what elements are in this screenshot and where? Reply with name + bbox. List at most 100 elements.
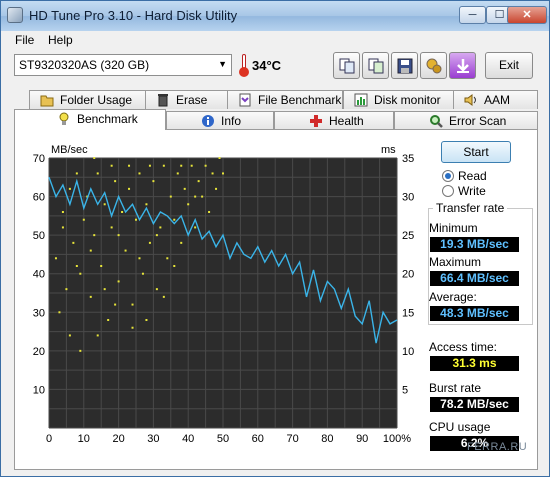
access-time-point — [75, 265, 78, 267]
y2-tick-label: 30 — [402, 192, 414, 204]
app-icon — [7, 7, 23, 23]
speaker-icon — [464, 94, 476, 106]
drive-select[interactable]: ST9320320AS (320 GB) ▼ — [14, 54, 232, 76]
read-radio[interactable]: Read — [442, 169, 512, 184]
exit-button[interactable]: Exit — [485, 52, 533, 79]
tab-benchmark[interactable]: Benchmark — [14, 109, 166, 130]
access-time-point — [218, 157, 221, 159]
menu-help[interactable]: Help — [48, 33, 73, 47]
app-window: HD Tune Pro 3.10 - Hard Disk Utility ─ ☐… — [0, 0, 550, 477]
access-time-point — [72, 241, 75, 244]
options-button[interactable] — [420, 52, 447, 79]
tab-error-scan[interactable]: Error Scan — [394, 111, 538, 130]
access-time-point — [131, 326, 134, 329]
y2-tick-label: 20 — [402, 269, 414, 281]
tab-disk-monitor[interactable]: Disk monitor — [343, 90, 458, 109]
access-time-point — [96, 172, 99, 175]
access-time-point — [180, 241, 183, 244]
tab-aam[interactable]: AAM — [453, 90, 538, 109]
access-time-point — [75, 172, 78, 175]
tab-health[interactable]: Health — [274, 111, 394, 130]
access-time-point — [152, 180, 155, 183]
x-tick-label: 50 — [217, 433, 229, 445]
cpu-usage-label: CPU usage — [429, 420, 491, 434]
x-tick-label: 80 — [321, 433, 333, 445]
tab-info[interactable]: Info — [166, 111, 274, 130]
y2-tick-label: 10 — [402, 346, 414, 358]
access-time-point — [190, 164, 193, 167]
benchmark-panel: MB/sec ms 10 20 30 40 50 60 70 5 10 15 20 25 30 35 0 10 20… — [14, 129, 538, 470]
y-tick-label: 10 — [33, 384, 45, 396]
access-time-point — [135, 218, 137, 221]
access-time-point — [145, 203, 148, 206]
access-time-point — [204, 164, 207, 167]
save-button[interactable] — [391, 52, 418, 79]
copy-info-button[interactable] — [333, 52, 360, 79]
y2-tick-label: 5 — [402, 384, 408, 396]
access-time-point — [96, 334, 99, 337]
access-time-point — [138, 172, 141, 175]
write-label: Write — [458, 184, 486, 198]
x-tick-label: 10 — [78, 433, 90, 445]
access-time-point — [128, 164, 131, 167]
download-button[interactable] — [449, 52, 476, 79]
copy-text-icon — [368, 58, 384, 74]
access-time-point — [138, 257, 141, 260]
maximum-label: Maximum — [429, 255, 482, 269]
tab-label: File Benchmark — [258, 93, 342, 107]
access-time-point — [117, 280, 120, 283]
burst-rate-value: 78.2 MB/sec — [430, 397, 519, 412]
access-time-point — [194, 226, 197, 229]
access-time-point — [93, 157, 96, 159]
watermark: FERRA.RU — [467, 441, 528, 453]
title-bar[interactable]: HD Tune Pro 3.10 - Hard Disk Utility ─ ☐… — [1, 1, 549, 31]
tab-label: Folder Usage — [60, 93, 133, 107]
average-value: 48.3 MB/sec — [430, 306, 519, 321]
access-time-point — [166, 257, 169, 260]
tab-file-benchmark[interactable]: File Benchmark — [227, 90, 343, 109]
tab-label: Erase — [176, 93, 208, 107]
access-time-point — [187, 203, 190, 206]
access-time-point — [117, 234, 120, 237]
health-cross-icon — [310, 115, 322, 127]
access-time-point — [107, 319, 110, 321]
x-tick-label: 90 — [356, 433, 368, 445]
write-radio[interactable]: Write — [442, 184, 512, 199]
access-time-point — [110, 164, 113, 167]
access-time-point — [201, 195, 204, 198]
access-time-point — [61, 211, 64, 213]
access-time-point — [114, 180, 117, 183]
y-tick-label: 60 — [33, 192, 45, 204]
x-tick-label: 60 — [252, 433, 264, 445]
radio-dot — [442, 170, 454, 182]
transfer-rate-title: Transfer rate — [433, 201, 508, 215]
minimize-button[interactable]: ─ — [459, 6, 486, 24]
lightbulb-icon — [59, 112, 69, 125]
access-time-value: 31.3 ms — [430, 356, 519, 371]
y-tick-label: 20 — [33, 346, 45, 358]
access-time-point — [89, 249, 92, 252]
tab-label: Health — [329, 114, 364, 128]
x-tick-label: 100% — [383, 433, 411, 445]
menu-file[interactable]: File — [15, 33, 34, 47]
trash-icon — [158, 94, 168, 107]
access-time-point — [180, 164, 183, 167]
tab-label: Benchmark — [77, 112, 138, 126]
y-tick-label: 40 — [33, 269, 45, 281]
copy-text-button[interactable] — [362, 52, 389, 79]
access-time-point — [215, 187, 218, 190]
options-icon — [426, 58, 442, 74]
close-button[interactable]: ✕ — [507, 6, 547, 24]
access-time-point — [54, 257, 57, 260]
y2-tick-label: 15 — [402, 307, 414, 319]
tab-folder-usage[interactable]: Folder Usage — [29, 90, 153, 109]
start-button[interactable]: Start — [441, 141, 511, 163]
y-tick-label: 30 — [33, 307, 45, 319]
access-time-point — [68, 334, 71, 337]
access-time-point — [93, 234, 96, 237]
temperature-readout: 34°C — [252, 58, 282, 73]
save-icon — [397, 58, 413, 74]
access-time-point — [159, 226, 162, 229]
access-time-point — [79, 272, 82, 275]
tab-label: Info — [221, 114, 242, 128]
